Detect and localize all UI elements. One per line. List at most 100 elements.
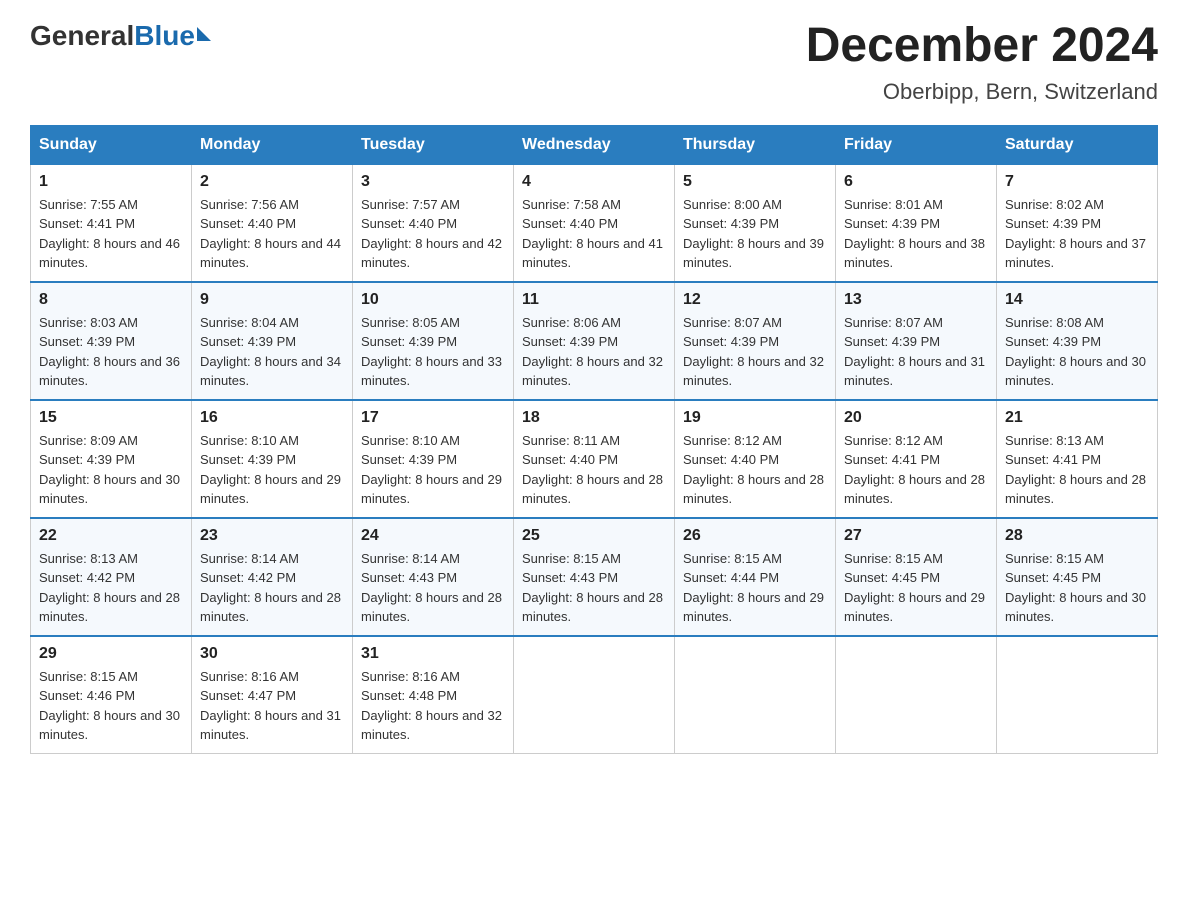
day-cell: 22Sunrise: 8:13 AMSunset: 4:42 PMDayligh… <box>31 518 192 636</box>
day-cell: 8 Sunrise: 8:03 AMSunset: 4:39 PMDaylight… <box>31 282 192 400</box>
location: Oberbipp, Bern, Switzerland <box>806 79 1158 105</box>
day-number: 29 <box>39 645 183 663</box>
day-cell: 3Sunrise: 7:57 AMSunset: 4:40 PMDaylight… <box>353 164 514 282</box>
day-info: Sunrise: 8:07 AMSunset: 4:39 PMDaylight:… <box>844 313 988 391</box>
day-info: Sunrise: 8:12 AMSunset: 4:40 PMDaylight:… <box>683 431 827 509</box>
day-cell: 20Sunrise: 8:12 AMSunset: 4:41 PMDayligh… <box>836 400 997 518</box>
week-row-4: 22Sunrise: 8:13 AMSunset: 4:42 PMDayligh… <box>31 518 1158 636</box>
day-info: Sunrise: 8:16 AMSunset: 4:48 PMDaylight:… <box>361 667 505 745</box>
day-cell: 10 Sunrise: 8:05 AMSunset: 4:39 PMDayligh… <box>353 282 514 400</box>
day-cell: 6Sunrise: 8:01 AMSunset: 4:39 PMDaylight… <box>836 164 997 282</box>
header-cell-sunday: Sunday <box>31 125 192 164</box>
day-number: 12 <box>683 291 827 309</box>
day-number: 10 <box>361 291 505 309</box>
day-cell: 16 Sunrise: 8:10 AMSunset: 4:39 PMDayligh… <box>192 400 353 518</box>
day-info: Sunrise: 8:15 AMSunset: 4:46 PMDaylight:… <box>39 667 183 745</box>
day-info: Sunrise: 7:58 AMSunset: 4:40 PMDaylight:… <box>522 195 666 273</box>
logo-blue-text: Blue <box>134 20 195 52</box>
day-number: 4 <box>522 173 666 191</box>
day-cell: 7 Sunrise: 8:02 AMSunset: 4:39 PMDaylight… <box>997 164 1158 282</box>
day-cell: 29 Sunrise: 8:15 AMSunset: 4:46 PMDayligh… <box>31 636 192 754</box>
day-cell: 31 Sunrise: 8:16 AMSunset: 4:48 PMDayligh… <box>353 636 514 754</box>
day-number: 27 <box>844 527 988 545</box>
day-number: 30 <box>200 645 344 663</box>
day-info: Sunrise: 8:15 AMSunset: 4:43 PMDaylight:… <box>522 549 666 627</box>
day-cell: 21 Sunrise: 8:13 AMSunset: 4:41 PMDayligh… <box>997 400 1158 518</box>
day-cell: 24Sunrise: 8:14 AMSunset: 4:43 PMDayligh… <box>353 518 514 636</box>
day-cell <box>997 636 1158 754</box>
day-info: Sunrise: 8:08 AMSunset: 4:39 PMDaylight:… <box>1005 313 1149 391</box>
header-cell-tuesday: Tuesday <box>353 125 514 164</box>
day-cell: 18 Sunrise: 8:11 AMSunset: 4:40 PMDayligh… <box>514 400 675 518</box>
calendar-header: SundayMondayTuesdayWednesdayThursdayFrid… <box>31 125 1158 164</box>
day-info: Sunrise: 8:15 AMSunset: 4:44 PMDaylight:… <box>683 549 827 627</box>
day-info: Sunrise: 8:14 AMSunset: 4:43 PMDaylight:… <box>361 549 505 627</box>
day-info: Sunrise: 8:13 AMSunset: 4:41 PMDaylight:… <box>1005 431 1149 509</box>
day-cell: 25 Sunrise: 8:15 AMSunset: 4:43 PMDayligh… <box>514 518 675 636</box>
day-number: 1 <box>39 173 183 191</box>
header-row: SundayMondayTuesdayWednesdayThursdayFrid… <box>31 125 1158 164</box>
day-cell: 26 Sunrise: 8:15 AMSunset: 4:44 PMDayligh… <box>675 518 836 636</box>
day-number: 28 <box>1005 527 1149 545</box>
day-info: Sunrise: 8:09 AMSunset: 4:39 PMDaylight:… <box>39 431 183 509</box>
header-cell-wednesday: Wednesday <box>514 125 675 164</box>
day-number: 21 <box>1005 409 1149 427</box>
day-info: Sunrise: 8:02 AMSunset: 4:39 PMDaylight:… <box>1005 195 1149 273</box>
week-row-5: 29 Sunrise: 8:15 AMSunset: 4:46 PMDayligh… <box>31 636 1158 754</box>
day-number: 8 <box>39 291 183 309</box>
day-info: Sunrise: 8:05 AMSunset: 4:39 PMDaylight:… <box>361 313 505 391</box>
day-cell <box>514 636 675 754</box>
header-cell-monday: Monday <box>192 125 353 164</box>
day-cell: 9 Sunrise: 8:04 AMSunset: 4:39 PMDaylight… <box>192 282 353 400</box>
logo-triangle-icon <box>197 27 211 41</box>
day-info: Sunrise: 8:11 AMSunset: 4:40 PMDaylight:… <box>522 431 666 509</box>
day-cell: 5 Sunrise: 8:00 AMSunset: 4:39 PMDaylight… <box>675 164 836 282</box>
day-number: 23 <box>200 527 344 545</box>
logo-general-text: General <box>30 20 134 52</box>
page-header: General Blue December 2024 Oberbipp, Ber… <box>30 20 1158 105</box>
day-info: Sunrise: 8:10 AMSunset: 4:39 PMDaylight:… <box>361 431 505 509</box>
day-number: 11 <box>522 291 666 309</box>
day-info: Sunrise: 8:03 AMSunset: 4:39 PMDaylight:… <box>39 313 183 391</box>
day-info: Sunrise: 8:15 AMSunset: 4:45 PMDaylight:… <box>844 549 988 627</box>
day-number: 22 <box>39 527 183 545</box>
day-cell: 13Sunrise: 8:07 AMSunset: 4:39 PMDayligh… <box>836 282 997 400</box>
day-number: 31 <box>361 645 505 663</box>
day-cell: 27 Sunrise: 8:15 AMSunset: 4:45 PMDayligh… <box>836 518 997 636</box>
day-cell: 1Sunrise: 7:55 AMSunset: 4:41 PMDaylight… <box>31 164 192 282</box>
day-number: 15 <box>39 409 183 427</box>
day-info: Sunrise: 7:56 AMSunset: 4:40 PMDaylight:… <box>200 195 344 273</box>
day-info: Sunrise: 8:12 AMSunset: 4:41 PMDaylight:… <box>844 431 988 509</box>
day-number: 26 <box>683 527 827 545</box>
logo: General Blue <box>30 20 211 52</box>
day-number: 16 <box>200 409 344 427</box>
day-number: 25 <box>522 527 666 545</box>
week-row-3: 15 Sunrise: 8:09 AMSunset: 4:39 PMDayligh… <box>31 400 1158 518</box>
day-number: 9 <box>200 291 344 309</box>
day-info: Sunrise: 8:15 AMSunset: 4:45 PMDaylight:… <box>1005 549 1149 627</box>
day-cell: 17 Sunrise: 8:10 AMSunset: 4:39 PMDayligh… <box>353 400 514 518</box>
day-cell: 28 Sunrise: 8:15 AMSunset: 4:45 PMDayligh… <box>997 518 1158 636</box>
day-info: Sunrise: 8:16 AMSunset: 4:47 PMDaylight:… <box>200 667 344 745</box>
day-info: Sunrise: 8:06 AMSunset: 4:39 PMDaylight:… <box>522 313 666 391</box>
day-cell <box>836 636 997 754</box>
day-info: Sunrise: 8:04 AMSunset: 4:39 PMDaylight:… <box>200 313 344 391</box>
day-info: Sunrise: 8:00 AMSunset: 4:39 PMDaylight:… <box>683 195 827 273</box>
day-number: 18 <box>522 409 666 427</box>
day-number: 17 <box>361 409 505 427</box>
day-number: 6 <box>844 173 988 191</box>
week-row-2: 8 Sunrise: 8:03 AMSunset: 4:39 PMDaylight… <box>31 282 1158 400</box>
week-row-1: 1Sunrise: 7:55 AMSunset: 4:41 PMDaylight… <box>31 164 1158 282</box>
calendar-table: SundayMondayTuesdayWednesdayThursdayFrid… <box>30 125 1158 754</box>
day-cell: 11 Sunrise: 8:06 AMSunset: 4:39 PMDayligh… <box>514 282 675 400</box>
day-info: Sunrise: 8:14 AMSunset: 4:42 PMDaylight:… <box>200 549 344 627</box>
day-cell: 30 Sunrise: 8:16 AMSunset: 4:47 PMDayligh… <box>192 636 353 754</box>
day-cell: 12Sunrise: 8:07 AMSunset: 4:39 PMDayligh… <box>675 282 836 400</box>
day-number: 5 <box>683 173 827 191</box>
day-number: 2 <box>200 173 344 191</box>
day-cell: 4 Sunrise: 7:58 AMSunset: 4:40 PMDaylight… <box>514 164 675 282</box>
day-cell <box>675 636 836 754</box>
day-number: 7 <box>1005 173 1149 191</box>
day-info: Sunrise: 8:10 AMSunset: 4:39 PMDaylight:… <box>200 431 344 509</box>
title-section: December 2024 Oberbipp, Bern, Switzerlan… <box>806 20 1158 105</box>
